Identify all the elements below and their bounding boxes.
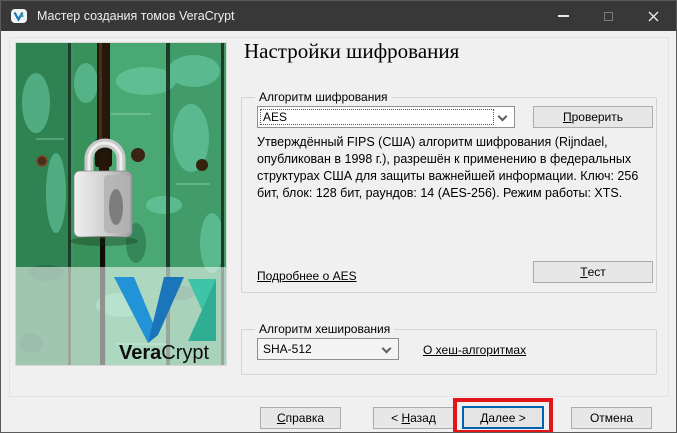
logo-text-light: Crypt xyxy=(161,342,209,364)
close-button[interactable] xyxy=(631,1,676,31)
caption-buttons xyxy=(541,1,676,31)
door-photo-art: VeraCrypt xyxy=(16,43,226,365)
cancel-button[interactable]: Отмена xyxy=(571,407,652,429)
benchmark-label: роверить xyxy=(572,110,623,124)
close-icon xyxy=(648,11,659,22)
veracrypt-wizard-window: Мастер создания томов VeraCrypt xyxy=(0,0,677,433)
aes-info-link[interactable]: Подробнее о AES xyxy=(257,269,357,283)
titlebar: Мастер создания томов VeraCrypt xyxy=(1,1,676,31)
maximize-icon xyxy=(604,12,613,21)
encryption-group-label: Алгоритм шифрования xyxy=(255,90,392,104)
minimize-icon xyxy=(558,15,569,17)
veracrypt-window-icon xyxy=(10,7,28,25)
hash-group-label: Алгоритм хеширования xyxy=(255,322,394,336)
minimize-button[interactable] xyxy=(541,1,586,31)
back-button[interactable]: < Назад xyxy=(373,407,454,429)
logo-text-bold: Vera xyxy=(119,342,162,364)
hash-algorithm-value: SHA-512 xyxy=(263,342,312,356)
window-title: Мастер создания томов VeraCrypt xyxy=(37,9,235,23)
algorithm-description: Утверждённый FIPS (США) алгоритм шифрова… xyxy=(257,134,657,202)
chevron-down-icon xyxy=(498,112,508,122)
next-label: алее > xyxy=(488,411,525,425)
back-accel: Н xyxy=(401,411,410,425)
test-button[interactable]: Тест xyxy=(533,261,653,283)
encryption-algorithm-value: AES xyxy=(263,110,287,124)
help-label: правка xyxy=(286,411,324,425)
encryption-algorithm-select[interactable]: AES xyxy=(257,106,515,128)
back-prefix: < xyxy=(391,411,401,425)
page-title: Настройки шифрования xyxy=(244,39,459,64)
help-accel: С xyxy=(277,411,286,425)
back-label: азад xyxy=(410,411,436,425)
chevron-down-icon xyxy=(382,344,392,354)
hash-algorithm-select[interactable]: SHA-512 xyxy=(257,338,399,360)
test-accel: Т xyxy=(580,265,587,279)
benchmark-accel: П xyxy=(563,110,572,124)
hash-info-link[interactable]: О хеш-алгоритмах xyxy=(423,343,526,357)
maximize-button xyxy=(586,1,631,31)
next-accel: Д xyxy=(480,411,488,425)
test-label: ест xyxy=(588,265,606,279)
door-photo: VeraCrypt xyxy=(15,42,227,366)
help-button[interactable]: Справка xyxy=(260,407,341,429)
svg-text:VeraCrypt: VeraCrypt xyxy=(119,342,209,364)
focus-rect xyxy=(260,109,494,125)
next-button[interactable]: Далее > xyxy=(462,406,544,429)
benchmark-button[interactable]: Проверить xyxy=(533,106,653,128)
